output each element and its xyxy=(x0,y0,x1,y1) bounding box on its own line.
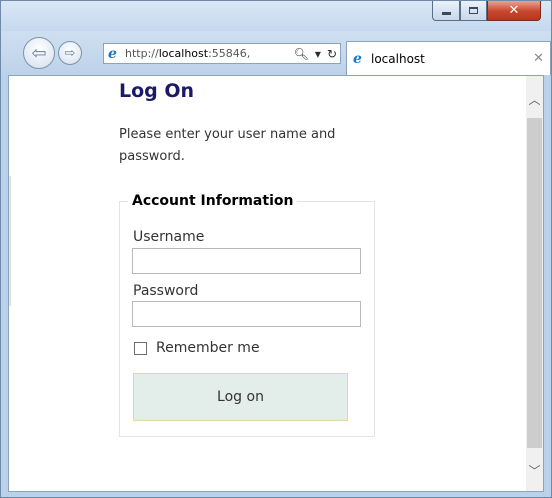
remember-me-label: Remember me xyxy=(156,340,260,356)
url-host: localhost xyxy=(158,47,209,60)
tab-localhost[interactable]: e localhost ✕ xyxy=(346,41,551,75)
password-label: Password xyxy=(133,283,199,299)
left-edge-strip xyxy=(9,176,11,306)
back-arrow-icon: ⇦ xyxy=(31,42,47,64)
close-icon: ✕ xyxy=(508,3,520,18)
username-input[interactable] xyxy=(132,248,361,274)
tab-close-icon[interactable]: ✕ xyxy=(533,51,544,66)
tab-title: localhost xyxy=(371,51,425,66)
remember-me-row[interactable]: Remember me xyxy=(134,340,260,356)
scroll-down-arrow-icon[interactable]: ﹀ xyxy=(526,459,543,481)
minimize-icon xyxy=(441,12,451,15)
forward-arrow-icon: ⇨ xyxy=(64,45,76,61)
forward-button[interactable]: ⇨ xyxy=(58,41,82,65)
back-button[interactable]: ⇦ xyxy=(23,37,55,69)
maximize-button[interactable] xyxy=(460,1,487,21)
address-bar-tools: 🔍︎ ▾ ↻ xyxy=(289,44,337,63)
scroll-up-arrow-icon[interactable]: ︿ xyxy=(526,88,543,110)
chevron-down-icon[interactable]: ▾ xyxy=(315,47,321,61)
url-rest: :55846, xyxy=(208,47,251,60)
page-viewport: Log On Please enter your user name and p… xyxy=(8,75,544,492)
search-icon[interactable]: 🔍︎ xyxy=(294,47,309,61)
account-information-fieldset: Account Information Username Password Re… xyxy=(119,193,375,437)
minimize-button[interactable] xyxy=(432,1,460,21)
refresh-icon[interactable]: ↻ xyxy=(327,47,337,61)
navigation-bar: ⇦ ⇨ e http://localhost:55846, 🔍︎ ▾ ↻ e l… xyxy=(1,31,551,75)
ie-tab-icon: e xyxy=(353,50,362,67)
log-on-button[interactable]: Log on xyxy=(133,373,348,421)
scroll-thumb[interactable] xyxy=(527,118,542,448)
browser-window: ✕ ⇦ ⇨ e http://localhost:55846, 🔍︎ ▾ ↻ e… xyxy=(0,0,552,498)
page-title: Log On xyxy=(119,80,195,102)
window-close-button[interactable]: ✕ xyxy=(487,1,541,21)
remember-me-checkbox[interactable] xyxy=(134,341,147,355)
password-input[interactable] xyxy=(132,301,361,327)
instructions-text: Please enter your user name and password… xyxy=(119,127,336,164)
url-prefix: http:// xyxy=(125,47,159,60)
username-label: Username xyxy=(133,229,205,245)
ie-page-icon: e xyxy=(108,45,117,62)
vertical-scrollbar[interactable]: ︿ ﹀ xyxy=(526,76,543,491)
maximize-icon xyxy=(469,7,478,14)
title-bar: ✕ xyxy=(1,1,551,31)
fieldset-legend: Account Information xyxy=(132,193,294,209)
address-bar[interactable]: e http://localhost:55846, 🔍︎ ▾ ↻ xyxy=(103,43,341,64)
